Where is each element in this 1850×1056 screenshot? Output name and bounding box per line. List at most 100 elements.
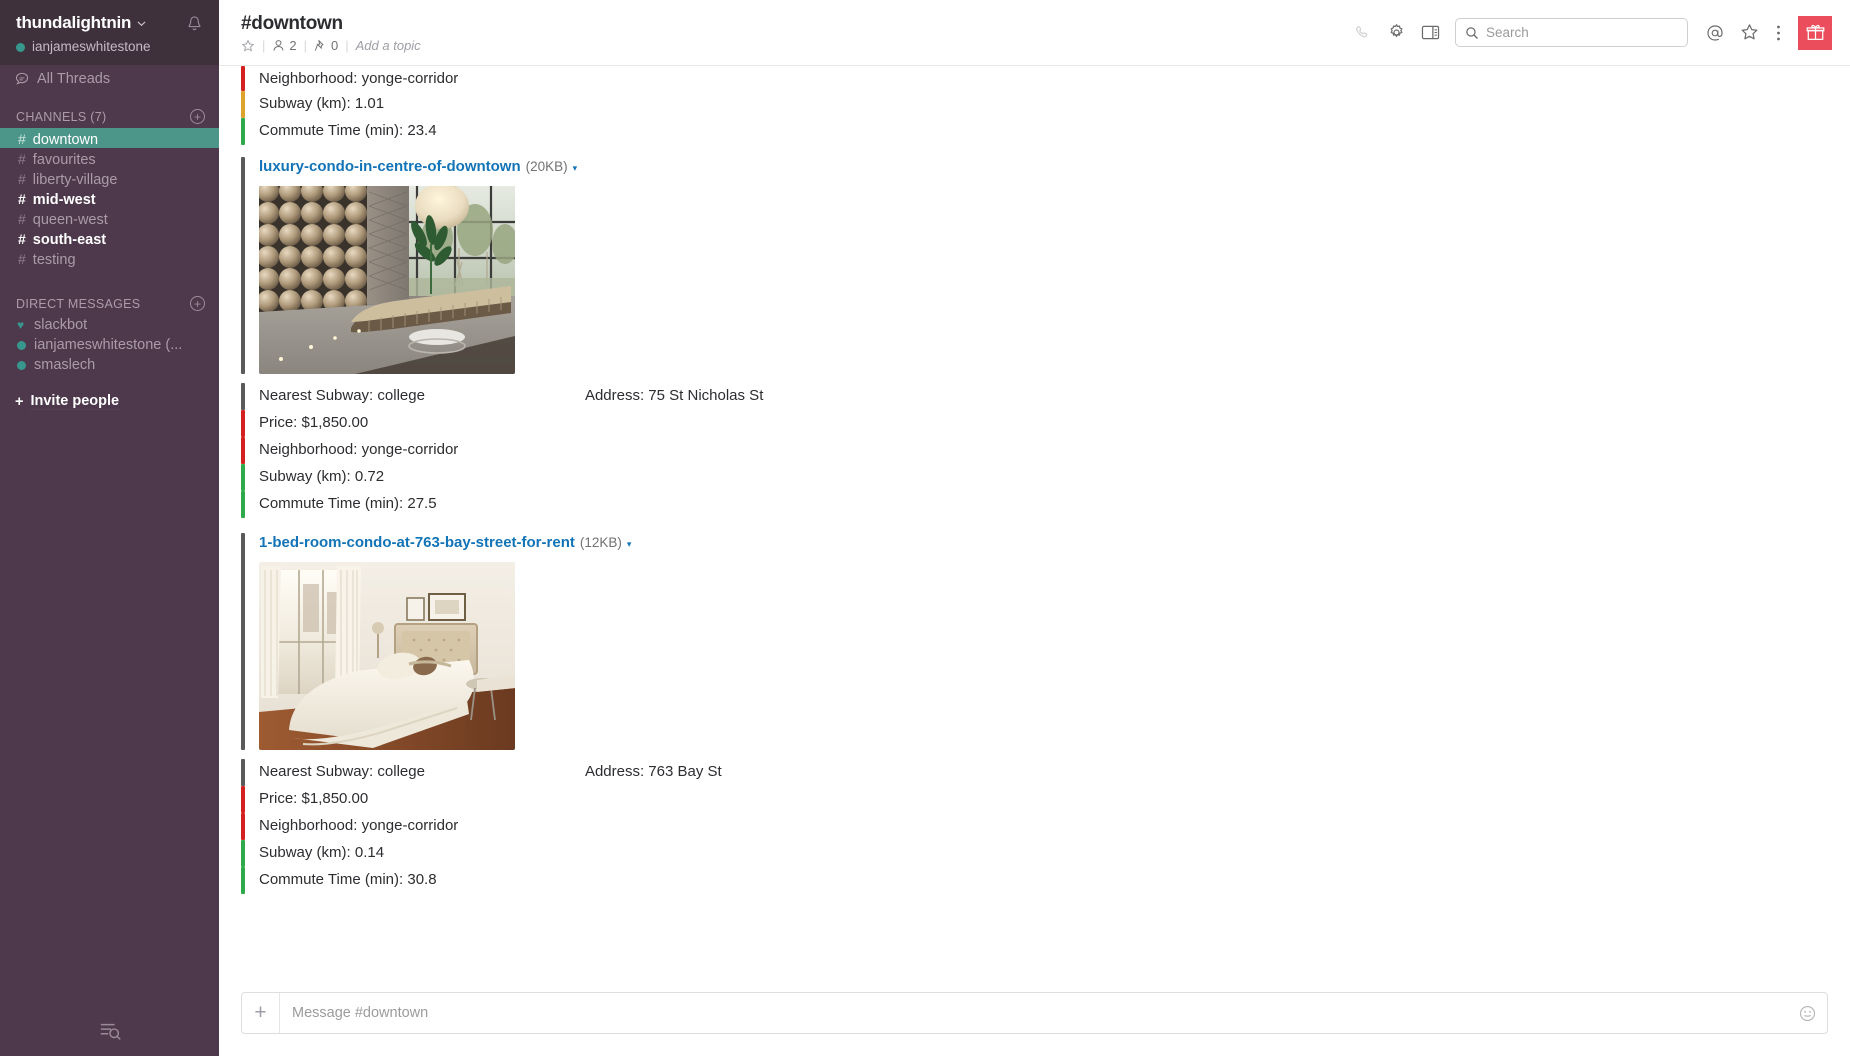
phone-icon[interactable] [1345,16,1379,50]
chevron-down-icon[interactable]: ▾ [573,158,578,178]
team-name-row[interactable]: thundalightnin [16,13,151,33]
slack-app-window: thundalightnin ianjameswhitestone All Th… [0,0,1850,1056]
attachment-field: Price: $1,850.00 [241,410,1828,437]
file-thumbnail[interactable] [259,562,515,750]
sidebar: thundalightnin ianjameswhitestone All Th… [0,0,219,1056]
channel-label: queen-west [32,212,108,228]
channel-label: mid-west [32,192,96,208]
main-panel: #downtown | 2 | 0 | Add a topic Search N… [219,0,1850,1056]
attachment-field: Subway (km): 0.72 [241,464,1828,491]
search-icon [1465,26,1479,40]
add-attachment-button[interactable]: + [242,993,280,1033]
channels-section-header: CHANNELS (7) + [0,93,219,128]
dm-list: ♥ slackbot ianjameswhitestone (... smasl… [0,315,219,375]
channel-header-right: Search [1345,15,1832,50]
sidebar-item-south-east[interactable]: # south-east [0,228,219,248]
primary-left-text: Nearest Subway: college [259,387,425,404]
kebab-menu-icon[interactable] [1766,16,1790,50]
message-composer[interactable]: + Message #downtown [241,992,1828,1034]
sidebar-item-ianjameswhitestone[interactable]: ianjameswhitestone (... [0,335,219,355]
file-attachment: luxury-condo-in-centre-of-downtown (20KB… [241,157,1828,374]
sidebar-toggle-icon[interactable] [1413,16,1447,50]
field-text: Neighborhood: yonge-corridor [259,817,459,834]
message-list[interactable]: Neighborhood: yonge-corridor Subway (km)… [219,66,1850,982]
sidebar-item-downtown[interactable]: # downtown [0,128,219,148]
file-size: (12KB) [579,535,622,550]
hash-icon: # [18,151,26,167]
pins-count: 0 [331,38,339,53]
bell-icon[interactable] [186,15,203,33]
file-name-link[interactable]: 1-bed-room-condo-at-763-bay-street-for-r… [259,533,575,553]
field-text: Price: $1,850.00 [259,414,369,431]
presence-dot [17,360,26,370]
attachment-primary-row: Nearest Subway: college Address: 75 St N… [241,383,1828,410]
at-icon[interactable] [1698,16,1732,50]
presence-dot [17,340,26,350]
attachment-field: Commute Time (min): 27.5 [241,491,1828,518]
field-text: Commute Time (min): 30.8 [259,871,437,888]
add-channel-button[interactable]: + [190,109,205,124]
channel-browser-icon[interactable] [98,1020,122,1042]
invite-people-button[interactable]: + Invite people [0,389,219,414]
channels-count: (7) [90,109,107,124]
plus-icon: + [15,393,24,410]
all-threads-label: All Threads [37,71,111,87]
file-name-link[interactable]: luxury-condo-in-centre-of-downtown [259,157,521,177]
composer-area: + Message #downtown [219,982,1850,1056]
pins-indicator[interactable]: 0 [314,38,338,53]
attachment-field: Subway (km): 1.01 [241,91,1828,118]
sidebar-item-all-threads[interactable]: All Threads [0,65,219,93]
channel-label: favourites [32,152,96,168]
field-text: Commute Time (min): 27.5 [259,495,437,512]
current-user-row[interactable]: ianjameswhitestone [16,39,151,55]
attachment-partial-top: Neighborhood: yonge-corridor Subway (km)… [241,66,1828,145]
sidebar-item-liberty-village[interactable]: # liberty-village [0,168,219,188]
attachment-field: Neighborhood: yonge-corridor [241,66,1828,91]
sidebar-item-testing[interactable]: # testing [0,248,219,268]
invite-people-label: Invite people [30,393,120,410]
hash-icon: # [18,231,26,247]
attachment-luxury-condo: luxury-condo-in-centre-of-downtown (20KB… [241,157,1828,518]
current-user-name: ianjameswhitestone [32,39,151,54]
heart-icon: ♥ [17,318,25,332]
search-placeholder: Search [1486,25,1529,40]
sidebar-item-queen-west[interactable]: # queen-west [0,208,219,228]
team-header[interactable]: thundalightnin ianjameswhitestone [0,0,219,65]
star-outline-icon[interactable] [1732,16,1766,50]
message-input[interactable]: Message #downtown [280,993,1787,1033]
dm-section-title: DIRECT MESSAGES [16,296,141,311]
field-text: Subway (km): 1.01 [259,95,385,112]
sidebar-item-smaslech[interactable]: smaslech [0,355,219,375]
threads-icon [15,72,29,86]
file-thumbnail[interactable] [259,186,515,374]
channel-header: #downtown | 2 | 0 | Add a topic Search [219,0,1850,66]
star-outline-icon[interactable] [241,38,255,53]
attachment-primary-row: Nearest Subway: college Address: 763 Bay… [241,759,1828,786]
attachment-1-bed-room-condo: 1-bed-room-condo-at-763-bay-street-for-r… [241,533,1828,894]
channels-section-title: CHANNELS (7) [16,109,107,124]
dm-label: ianjameswhitestone (... [34,337,183,353]
hash-icon: # [18,191,26,207]
add-dm-button[interactable]: + [190,296,205,311]
primary-right-text: Address: 75 St Nicholas St [584,387,764,404]
sidebar-item-slackbot[interactable]: ♥ slackbot [0,315,219,335]
hash-icon: # [18,131,26,147]
channel-label: testing [32,252,76,268]
file-title-line: luxury-condo-in-centre-of-downtown (20KB… [259,157,577,178]
sidebar-item-favourites[interactable]: # favourites [0,148,219,168]
sidebar-item-mid-west[interactable]: # mid-west [0,188,219,208]
attachment-field: Neighborhood: yonge-corridor [241,437,1828,464]
chevron-down-icon[interactable]: ▾ [627,534,632,554]
file-size: (20KB) [525,159,568,174]
file-attachment: 1-bed-room-condo-at-763-bay-street-for-r… [241,533,1828,750]
dm-label: slackbot [34,317,88,333]
attachment-field: Commute Time (min): 23.4 [241,118,1828,145]
gift-icon[interactable] [1798,15,1832,50]
chevron-down-icon[interactable] [137,19,146,28]
members-indicator[interactable]: 2 [272,38,297,53]
gear-icon[interactable] [1379,16,1413,50]
emoji-icon[interactable] [1787,993,1827,1033]
attachment-field: Neighborhood: yonge-corridor [241,813,1828,840]
add-topic-button[interactable]: Add a topic [356,38,421,53]
search-input[interactable]: Search [1455,18,1688,47]
